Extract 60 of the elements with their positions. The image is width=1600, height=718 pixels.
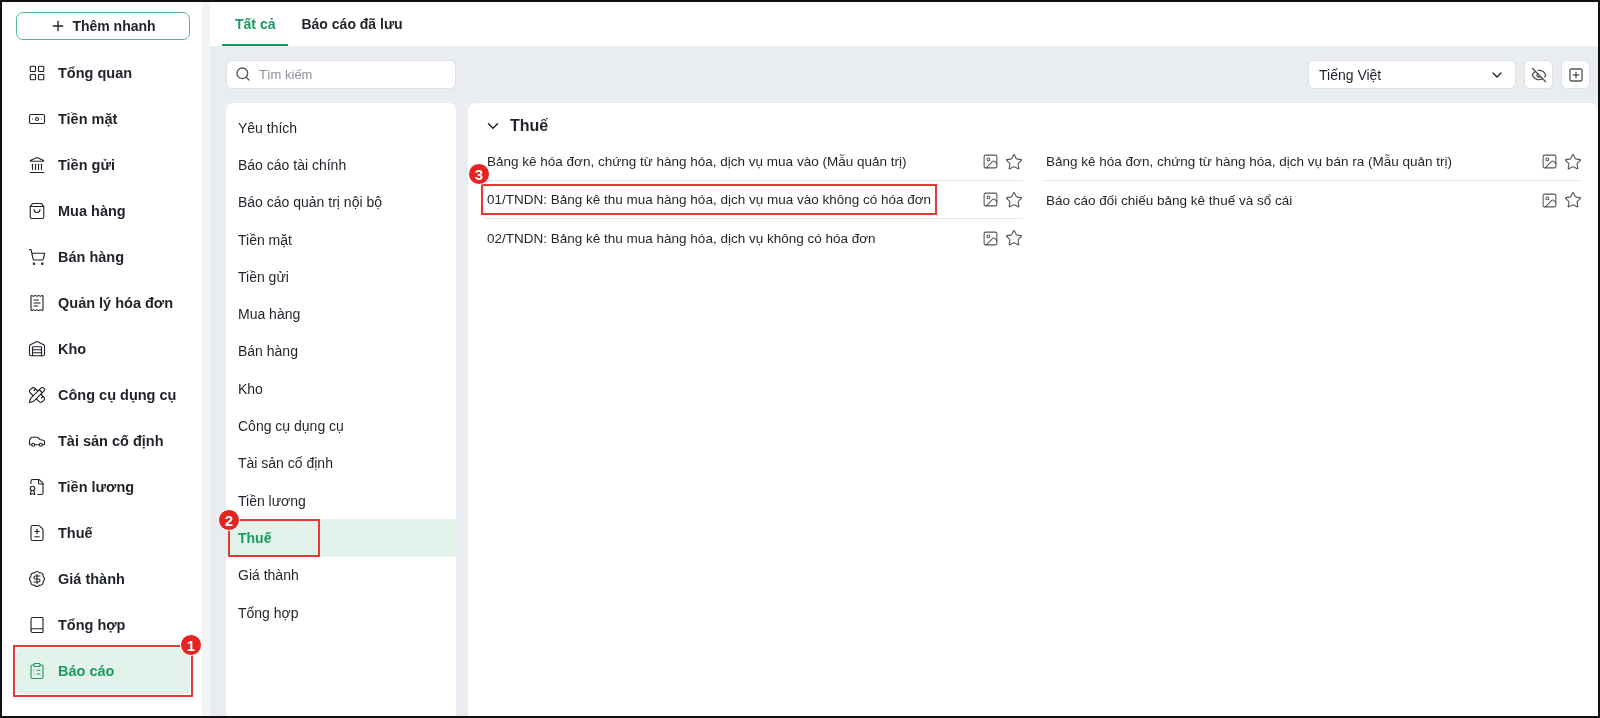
report-link[interactable]: 01/TNDN: Bảng kê thu mua hàng hóa, dịch vụ mua vào không có hóa đơn	[484, 187, 935, 212]
report-link[interactable]: Báo cáo đối chiếu bảng kê thuế và sổ cái	[1043, 187, 1296, 213]
plus-square-icon	[1567, 66, 1584, 83]
callout-number: 2	[218, 509, 240, 532]
image-icon[interactable]	[982, 229, 999, 247]
cart-icon	[28, 248, 46, 266]
sidebar-item[interactable]: Tiền mặt	[16, 96, 190, 142]
category-item[interactable]: Kho	[226, 370, 456, 408]
hide-button[interactable]	[1524, 60, 1553, 89]
clipboard-icon	[28, 662, 46, 680]
section-header[interactable]: Thuế	[484, 117, 549, 135]
warehouse-icon	[28, 340, 46, 358]
star-icon[interactable]	[1005, 229, 1023, 247]
language-select[interactable]: Tiếng Việt	[1308, 60, 1516, 89]
bank-icon	[28, 156, 46, 174]
sidebar-item[interactable]: Kho	[16, 326, 190, 372]
category-item[interactable]: Báo cáo tài chính	[226, 146, 456, 184]
sidebar-item[interactable]: Giá thành	[16, 556, 190, 602]
sidebar-item[interactable]: Quản lý hóa đơn	[16, 280, 190, 326]
sidebar-item[interactable]: Mua hàng	[16, 188, 190, 234]
sidebar-item[interactable]: Công cụ dụng cụ	[16, 372, 190, 418]
category-item[interactable]: Tài sản cố định	[226, 444, 456, 482]
sidebar-item[interactable]: Tài sản cố định	[16, 418, 190, 464]
tools-icon	[28, 386, 46, 404]
tab[interactable]: Tất cả	[222, 16, 289, 46]
sidebar-item[interactable]: Bán hàng	[16, 234, 190, 280]
category-item[interactable]: Bán hàng	[226, 332, 456, 371]
category-item[interactable]: Mua hàng	[226, 295, 456, 333]
category-item[interactable]: Báo cáo quản trị nội bộ	[226, 183, 456, 221]
category-item[interactable]: Tiền gửi	[226, 258, 456, 296]
sidebar-item[interactable]: Tiền lương	[16, 464, 190, 510]
bag-icon	[28, 202, 46, 220]
sidebar-item[interactable]: Thuế	[16, 510, 190, 556]
star-icon[interactable]	[1564, 152, 1582, 171]
eye-off-icon	[1530, 66, 1547, 83]
star-icon[interactable]	[1005, 190, 1023, 209]
callout-number: 1	[180, 634, 202, 656]
search-field[interactable]: Tìm kiếm	[226, 60, 456, 89]
add-button[interactable]	[1561, 60, 1590, 89]
add-quick-button[interactable]: Thêm nhanh	[16, 12, 190, 40]
receipt-icon	[28, 294, 46, 312]
tab[interactable]: Báo cáo đã lưu	[288, 16, 416, 46]
image-icon[interactable]	[982, 153, 999, 170]
category-item[interactable]: Tiền mặt	[226, 220, 456, 259]
star-icon[interactable]	[1005, 152, 1023, 171]
image-icon[interactable]	[1541, 191, 1558, 209]
category-item[interactable]: Công cụ dụng cụ	[226, 407, 456, 445]
star-icon[interactable]	[1564, 191, 1582, 209]
search-icon	[235, 66, 251, 82]
report-link[interactable]: Bảng kê hóa đơn, chứng từ hàng hóa, dịch vụ bán ra (Mẫu quản trị)	[1043, 149, 1455, 174]
book-icon	[28, 616, 46, 634]
report-link[interactable]: 02/TNDN: Bảng kê thu mua hàng hóa, dịch vụ không có hóa đơn	[484, 225, 879, 251]
category-item[interactable]: Tổng hợp	[226, 593, 456, 632]
category-item[interactable]: Yêu thích	[226, 109, 456, 147]
sidebar-item[interactable]: Tổng quan	[16, 50, 190, 96]
image-icon[interactable]	[1541, 153, 1558, 170]
sidebar-item[interactable]: Tiền gửi	[16, 142, 190, 188]
grid-icon	[28, 64, 46, 82]
image-icon[interactable]	[982, 191, 999, 208]
category-item[interactable]: Giá thành	[226, 556, 456, 594]
